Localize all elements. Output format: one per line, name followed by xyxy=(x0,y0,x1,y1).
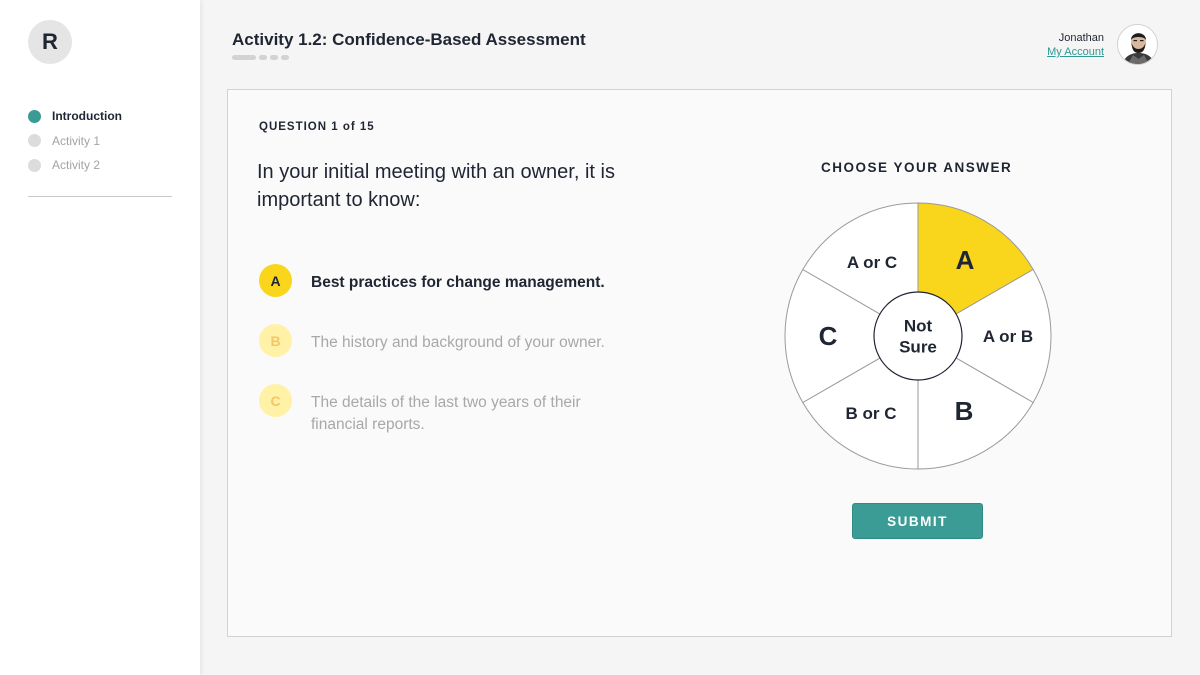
status-dot-icon xyxy=(28,158,41,172)
progress-segment xyxy=(281,55,289,60)
sidebar-item-label: Introduction xyxy=(52,109,122,124)
wheel-label-c: C xyxy=(819,321,838,351)
status-dot-icon xyxy=(28,109,41,123)
option-a[interactable]: A Best practices for change management. xyxy=(259,264,631,297)
question-card: QUESTION 1 of 15 In your initial meeting… xyxy=(227,89,1172,637)
option-text: The history and background of your owner… xyxy=(311,334,605,351)
wheel-label-b-or-c: B or C xyxy=(846,404,897,423)
question-text: In your initial meeting with an owner, i… xyxy=(257,161,615,211)
wheel-label-b: B xyxy=(955,396,974,426)
option-letter-badge: A xyxy=(259,264,292,297)
submit-button[interactable]: SUBMIT xyxy=(852,503,983,539)
user-avatar-icon xyxy=(1118,25,1157,64)
page-title: Activity 1.2: Confidence-Based Assessmen… xyxy=(232,30,586,49)
wheel-center-not-sure[interactable] xyxy=(873,291,963,381)
user-menu: Jonathan My Account xyxy=(1047,32,1104,58)
progress-segment xyxy=(232,55,256,60)
status-dot-icon xyxy=(28,134,41,148)
my-account-link[interactable]: My Account xyxy=(1047,46,1104,58)
question-counter: QUESTION 1 of 15 xyxy=(259,121,375,133)
avatar[interactable] xyxy=(1117,24,1158,65)
progress-segment xyxy=(259,55,267,60)
sidebar-divider xyxy=(28,196,172,197)
progress-indicator xyxy=(232,55,289,60)
wheel-label-a-or-c: A or C xyxy=(847,253,897,272)
option-letter-badge: B xyxy=(259,324,292,357)
sidebar-item-label: Activity 2 xyxy=(52,158,101,173)
sidebar-item-label: Activity 1 xyxy=(52,133,101,148)
option-letter-badge: C xyxy=(259,384,292,417)
option-c[interactable]: C The details of the last two years of t… xyxy=(259,384,631,436)
logo[interactable]: R xyxy=(28,20,72,64)
sidebar: R Introduction Activity 1 Activity 2 xyxy=(0,0,200,675)
option-b[interactable]: B The history and background of your own… xyxy=(259,324,631,357)
answer-wheel: A A or B B B or C C A or C Not Sure xyxy=(784,202,1052,470)
option-text: Best practices for change management. xyxy=(311,274,605,291)
user-name: Jonathan xyxy=(1058,32,1104,44)
sidebar-item-introduction[interactable]: Introduction xyxy=(28,104,122,129)
option-text: The details of the last two years of the… xyxy=(311,394,581,433)
sidebar-nav: Introduction Activity 1 Activity 2 xyxy=(28,104,122,178)
progress-segment xyxy=(270,55,278,60)
sidebar-item-activity-1[interactable]: Activity 1 xyxy=(28,129,122,154)
sidebar-item-activity-2[interactable]: Activity 2 xyxy=(28,153,122,178)
choose-answer-heading: CHOOSE YOUR ANSWER xyxy=(821,160,1013,175)
wheel-label-a-or-b: A or B xyxy=(983,327,1033,346)
wheel-label-a: A xyxy=(956,245,975,275)
